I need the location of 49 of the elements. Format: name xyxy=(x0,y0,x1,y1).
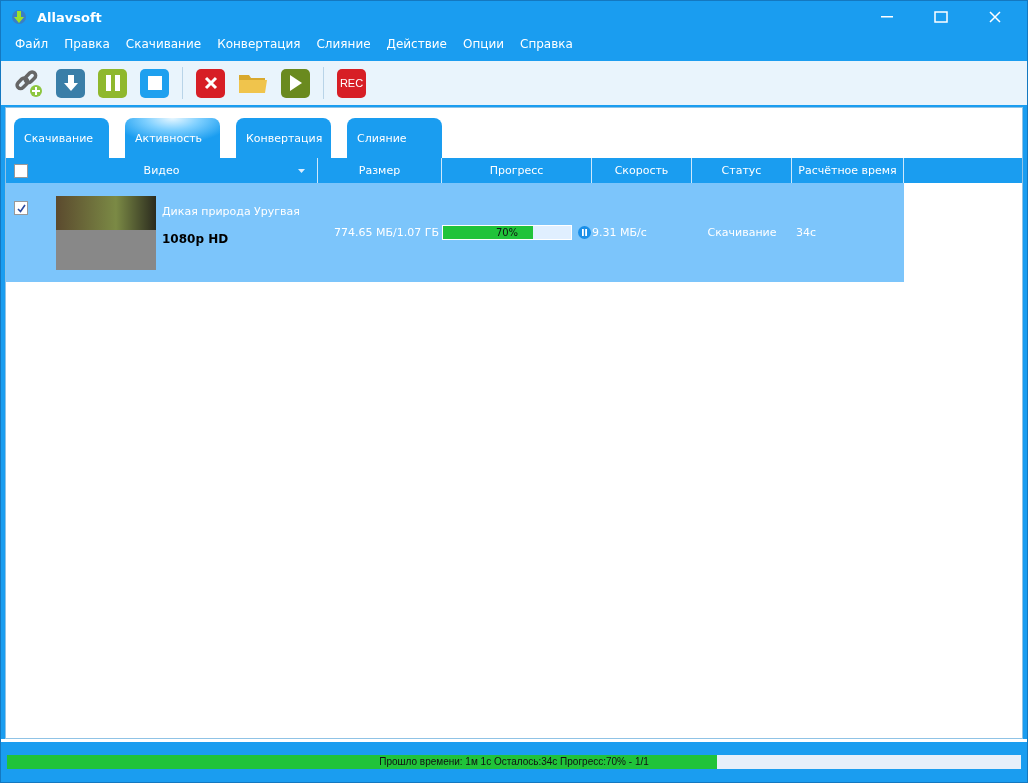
arrow-down-icon xyxy=(62,74,79,92)
sort-arrow-icon xyxy=(298,168,305,173)
pause-icon[interactable] xyxy=(578,226,591,239)
download-row[interactable]: Дикая природа Уругвая 1080p HD 774.65 МБ/1.07 ГБ 70% 9.31 МБ/с Скачивание 34с xyxy=(6,183,904,282)
column-header[interactable]: Статус xyxy=(721,164,762,177)
menu-item[interactable]: Конвертация xyxy=(209,37,309,51)
column-header[interactable]: Скорость xyxy=(614,164,669,177)
maximize-icon xyxy=(934,11,948,23)
menu-item[interactable]: Правка xyxy=(56,37,118,51)
eta-cell-text: 34с xyxy=(795,226,818,239)
select-all-checkbox[interactable] xyxy=(14,163,28,178)
menu-item[interactable]: Файл xyxy=(7,37,57,51)
size-cell-text: 774.65 МБ/1.07 ГБ xyxy=(333,226,440,239)
menu-item[interactable]: Действие xyxy=(378,37,455,51)
pause-button[interactable] xyxy=(98,68,127,98)
progress-text: 70% xyxy=(494,226,520,239)
tab[interactable]: Слияние xyxy=(347,118,442,158)
close-icon xyxy=(203,76,218,90)
stop-button[interactable] xyxy=(140,68,169,98)
close-icon xyxy=(989,11,1001,23)
status-text: Прошло времени: 1м 1с Осталось:34с Прогресс:70% - 1/1 xyxy=(378,755,650,769)
window-title: Allavsoft xyxy=(37,9,103,25)
column-header[interactable]: Видео xyxy=(143,164,180,177)
tab[interactable]: Конвертация xyxy=(236,118,331,158)
delete-button[interactable] xyxy=(196,68,225,98)
play-button[interactable] xyxy=(281,68,310,98)
pause-icon xyxy=(105,75,120,91)
stop-icon xyxy=(147,76,162,90)
tab[interactable]: Скачивание xyxy=(14,118,109,158)
column-header[interactable]: Прогресс xyxy=(489,164,544,177)
link-add-icon[interactable] xyxy=(13,68,43,98)
column-header[interactable]: Расчётное время xyxy=(798,164,897,177)
menu-item[interactable]: Справка xyxy=(512,37,581,51)
column-header[interactable]: Размер xyxy=(358,164,401,177)
speed-cell-text: 9.31 МБ/с xyxy=(592,226,648,239)
play-icon xyxy=(289,75,302,91)
minimize-icon xyxy=(881,16,893,18)
tab[interactable]: Активность xyxy=(125,118,220,158)
row-checkbox[interactable] xyxy=(14,201,28,215)
menu-item[interactable]: Опции xyxy=(454,37,513,51)
app-logo-icon xyxy=(11,9,27,25)
menu-item[interactable]: Скачивание xyxy=(117,37,210,51)
menu-item[interactable]: Слияние xyxy=(308,37,379,51)
download-button[interactable] xyxy=(56,68,85,98)
status-cell-text: Скачивание xyxy=(706,226,778,239)
record-button[interactable]: REC xyxy=(337,68,366,98)
video-quality: 1080p HD xyxy=(162,232,230,246)
video-title: Дикая природа Уругвая xyxy=(162,205,300,218)
checkmark-icon xyxy=(16,203,26,213)
